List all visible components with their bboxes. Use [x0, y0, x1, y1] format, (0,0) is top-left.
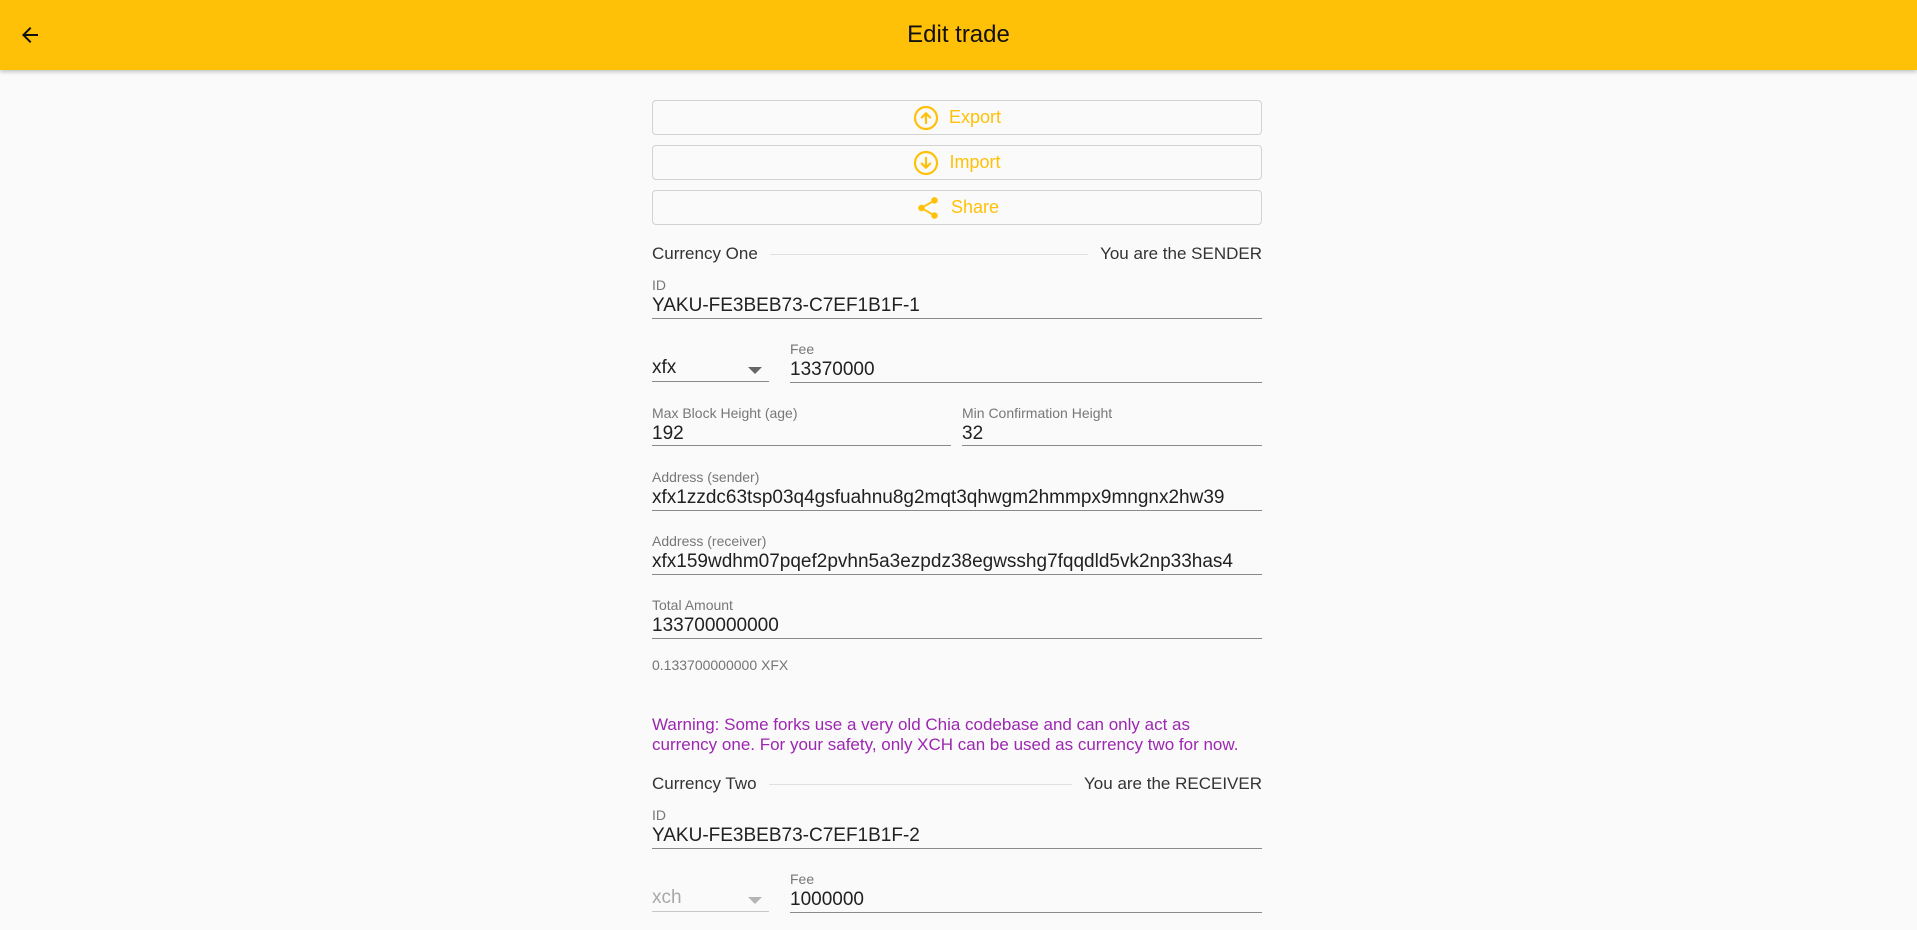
trade-form: Export Import Share Currency One You are… — [652, 70, 1262, 930]
currency-two-title: Currency Two — [652, 774, 757, 793]
id-value: YAKU-FE3BEB73-C7EF1B1F-1 — [652, 295, 920, 316]
min-conf-value: 32 — [962, 423, 984, 444]
dropdown-arrow-icon — [748, 367, 762, 374]
currency-one-fee-field[interactable]: Fee 13370000 — [790, 341, 1262, 383]
arrow-down-circle-icon — [913, 150, 939, 176]
total-amount-value: 133700000000 — [652, 615, 779, 636]
id-label: ID — [652, 277, 666, 293]
id-label: ID — [652, 807, 666, 823]
currency-one-title: Currency One — [652, 244, 758, 263]
min-confirmation-height-field[interactable]: Min Confirmation Height 32 — [962, 405, 1262, 446]
fee-label: Fee — [790, 341, 815, 357]
dropdown-arrow-icon — [748, 897, 762, 904]
share-icon — [915, 195, 941, 221]
divider — [768, 783, 1073, 785]
currency-two-role: You are the RECEIVER — [1084, 774, 1262, 793]
fee-value: 1000000 — [790, 889, 864, 910]
currency-two-select: xch — [652, 872, 769, 912]
min-conf-label: Min Confirmation Height — [962, 405, 1113, 421]
total-amount-field[interactable]: Total Amount 133700000000 — [652, 597, 1262, 639]
amount-helper-text: 0.133700000000 XFX — [652, 657, 789, 673]
import-label: Import — [949, 152, 1001, 172]
share-button[interactable]: Share — [652, 190, 1262, 225]
currency-one-select[interactable]: xfx — [652, 342, 769, 382]
currency-one-role: You are the SENDER — [1100, 244, 1262, 263]
address-sender-field[interactable]: Address (sender) xfx1zzdc63tsp03q4gsfuah… — [652, 469, 1262, 511]
currency-one-id-field[interactable]: ID YAKU-FE3BEB73-C7EF1B1F-1 — [652, 277, 1262, 319]
export-button[interactable]: Export — [652, 100, 1262, 135]
address-receiver-label: Address (receiver) — [652, 533, 767, 549]
address-sender-value: xfx1zzdc63tsp03q4gsfuahnu8g2mqt3qhwgm2hm… — [652, 487, 1225, 508]
max-block-value: 192 — [652, 423, 684, 444]
app-bar: Edit trade — [0, 0, 1917, 70]
fee-label: Fee — [790, 871, 815, 887]
id-value: YAKU-FE3BEB73-C7EF1B1F-2 — [652, 825, 920, 846]
fee-value: 13370000 — [790, 359, 875, 380]
warning-text: Warning: Some forks use a very old Chia … — [652, 715, 1239, 754]
arrow-up-circle-icon — [913, 105, 939, 131]
address-sender-label: Address (sender) — [652, 469, 760, 485]
address-receiver-field[interactable]: Address (receiver) xfx159wdhm07pqef2pvhn… — [652, 533, 1262, 575]
currency-two-header: Currency Two You are the RECEIVER — [652, 772, 1262, 796]
max-block-label: Max Block Height (age) — [652, 405, 798, 421]
address-receiver-value: xfx159wdhm07pqef2pvhn5a3ezpdz38egwsshg7f… — [652, 551, 1234, 572]
max-block-height-field[interactable]: Max Block Height (age) 192 — [652, 405, 951, 446]
export-label: Export — [948, 107, 1002, 127]
total-amount-label: Total Amount — [652, 597, 733, 613]
currency-two-id-field[interactable]: ID YAKU-FE3BEB73-C7EF1B1F-2 — [652, 807, 1262, 849]
share-label: Share — [950, 197, 1000, 217]
currency-one-selected: xfx — [652, 357, 677, 378]
page-title: Edit trade — [907, 21, 1010, 48]
currency-one-header: Currency One You are the SENDER — [652, 242, 1262, 266]
currency-two-selected: xch — [652, 887, 682, 908]
import-button[interactable]: Import — [652, 145, 1262, 180]
divider — [769, 253, 1089, 255]
currency-two-fee-field[interactable]: Fee 1000000 — [790, 871, 1262, 913]
